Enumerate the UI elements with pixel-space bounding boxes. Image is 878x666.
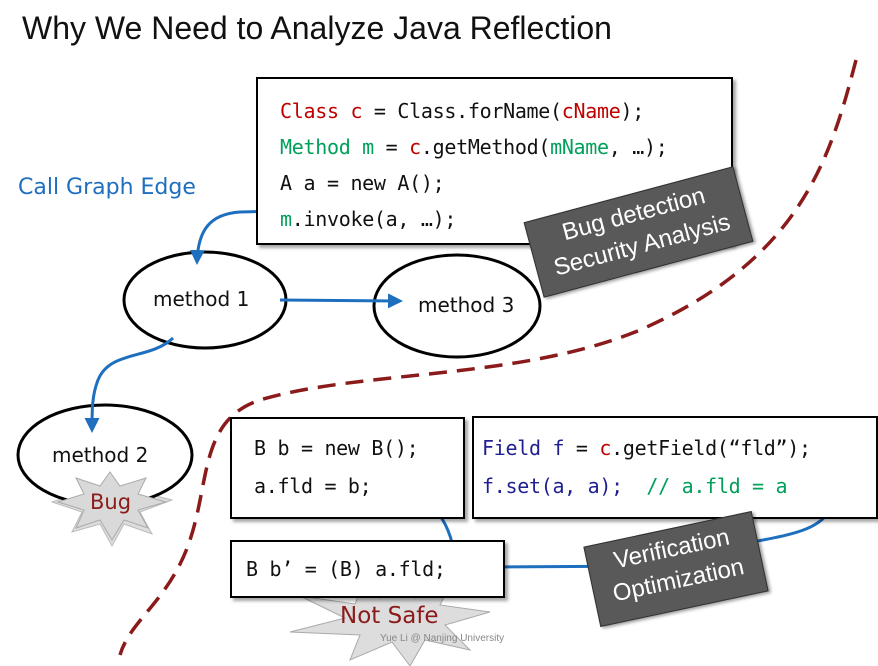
code-line: f.set(a, a); // a.fld = a	[482, 467, 811, 505]
field-code: Field f = c.getField(“fld”); f.set(a, a);…	[482, 429, 811, 505]
code-token: c	[409, 135, 421, 159]
slide: Why We Need to Analyze Java Reflection C…	[0, 0, 878, 666]
code-token: Method m	[280, 135, 374, 159]
code-line: B b = new B();	[254, 429, 419, 467]
cast-code-box: B b’ = (B) a.fld;	[230, 540, 505, 598]
code-line: Class c = Class.forName(cName);	[280, 93, 668, 129]
code-token: =	[564, 436, 600, 460]
code-token: Field f	[482, 436, 565, 460]
code-token: mName	[550, 135, 609, 159]
watermark: Yue Li @ Nanjing University	[380, 633, 505, 644]
code-token: .getMethod(	[420, 135, 551, 159]
code-token: cName	[561, 99, 621, 123]
code-line: Method m = c.getMethod(mName, …);	[280, 129, 668, 165]
code-token: f.set(a, a);	[482, 474, 623, 498]
code-token: Class c	[280, 99, 363, 123]
code-token: A a = new A();	[280, 171, 445, 195]
code-token: // a.fld = a	[622, 474, 788, 498]
code-token: c	[599, 436, 612, 460]
code-token: );	[620, 99, 645, 123]
call-graph-edge-label: Call Graph Edge	[18, 175, 196, 200]
cast-code: B b’ = (B) a.fld;	[246, 555, 446, 583]
code-line: Field f = c.getField(“fld”);	[482, 429, 811, 467]
method2-node[interactable]: method 2	[52, 443, 148, 467]
b-code: B b = new B(); a.fld = b;	[254, 429, 419, 505]
code-line: B b’ = (B) a.fld;	[246, 555, 446, 583]
not-safe-label: Not Safe	[340, 603, 439, 629]
b-code-box: B b = new B(); a.fld = b;	[230, 417, 465, 519]
code-token: = Class.forName(	[362, 99, 562, 123]
method1-node[interactable]: method 1	[153, 287, 249, 311]
code-token: .invoke(a, …);	[291, 207, 457, 231]
code-token: =	[373, 135, 410, 159]
slide-title: Why We Need to Analyze Java Reflection	[22, 10, 612, 46]
code-token: .getField(“fld”);	[611, 436, 811, 460]
edge-m1-m3	[279, 293, 403, 309]
code-token: , …);	[608, 135, 668, 159]
code-token: B b = new B();	[254, 436, 419, 460]
method3-node[interactable]: method 3	[418, 293, 514, 317]
code-token: m	[280, 207, 292, 231]
bug-label: Bug	[90, 490, 132, 514]
code-token: B b’ = (B) a.fld;	[246, 557, 446, 581]
code-token: a.fld = b;	[254, 474, 372, 498]
code-line: a.fld = b;	[254, 467, 418, 505]
code-line: A a = new A();	[280, 165, 668, 201]
field-code-box: Field f = c.getField(“fld”); f.set(a, a);…	[472, 416, 878, 519]
